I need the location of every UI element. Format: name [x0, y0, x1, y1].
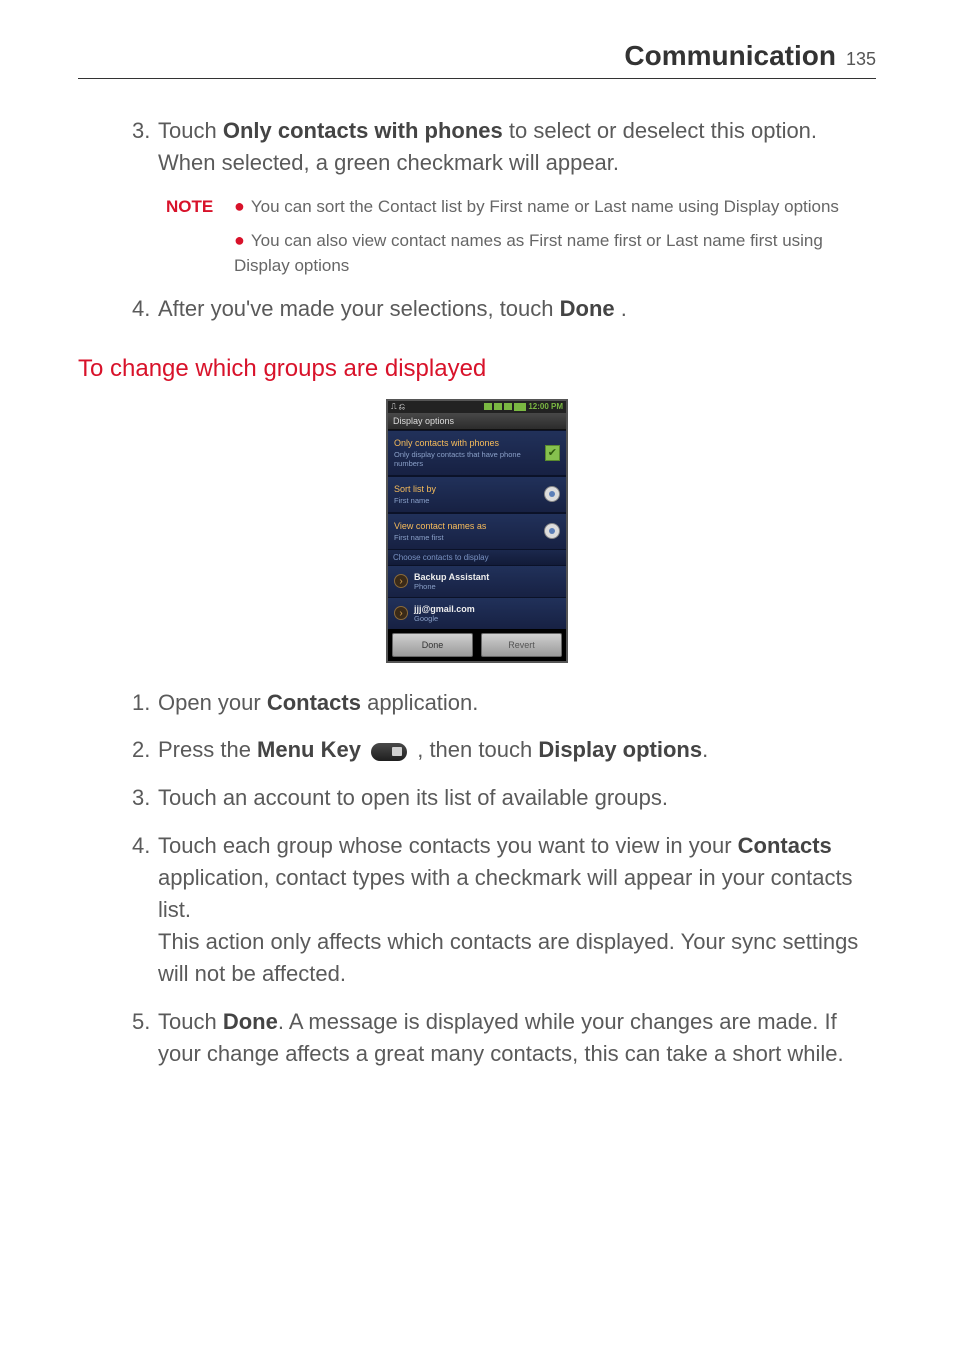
list-body: Open your Contacts application.	[158, 687, 876, 719]
step1-pre: Open your	[158, 690, 267, 715]
checkmark-icon: ✔	[545, 445, 560, 461]
step4-post: application, contact types with a checkm…	[158, 865, 853, 922]
option-text: Sort list by First name	[394, 484, 436, 505]
option-view-contact-names-as[interactable]: View contact names as First name first	[388, 513, 566, 550]
status-left-icons: ⎍ ⎌	[391, 402, 405, 412]
step3-pre: Touch	[158, 118, 223, 143]
list-number: 2.	[132, 734, 158, 766]
step2-pre: Press the	[158, 737, 257, 762]
section-subheading: To change which groups are displayed	[78, 355, 876, 383]
option-sort-list-by[interactable]: Sort list by First name	[388, 476, 566, 513]
account-text: Backup Assistant Phone	[414, 572, 489, 591]
note-body-1: ● You can sort the Contact list by First …	[234, 195, 876, 220]
list-item-4b: 4. Touch each group whose contacts you w…	[132, 830, 876, 989]
continuing-list: 3. Touch Only contacts with phones to se…	[132, 115, 876, 325]
option-only-contacts-with-phones[interactable]: Only contacts with phones Only display c…	[388, 430, 566, 476]
step1-bold: Contacts	[267, 690, 361, 715]
opt2-main: Sort list by	[394, 484, 436, 494]
acct1-sub: Phone	[414, 582, 489, 591]
list-number: 3.	[132, 115, 158, 179]
section-divider: Choose contacts to display	[388, 550, 566, 565]
expand-icon: ›	[394, 606, 408, 620]
step5-pre: Touch	[158, 1009, 223, 1034]
list-item-2: 2. Press the Menu Key , then touch Displ…	[132, 734, 876, 766]
account-google[interactable]: › jjj@gmail.com Google	[388, 597, 566, 629]
list-number: 1.	[132, 687, 158, 719]
usb-icon: ⎍	[391, 402, 397, 412]
bullet-icon: ●	[234, 230, 245, 250]
list-number: 3.	[132, 782, 158, 814]
opt3-main: View contact names as	[394, 521, 486, 531]
revert-button[interactable]: Revert	[481, 633, 562, 657]
account-text: jjj@gmail.com Google	[414, 604, 475, 623]
header-title: Communication	[624, 40, 836, 72]
step2-bold1: Menu Key	[257, 737, 361, 762]
list-body: After you've made your selections, touch…	[158, 293, 876, 325]
list-number: 5.	[132, 1006, 158, 1070]
account-backup-assistant[interactable]: › Backup Assistant Phone	[388, 565, 566, 597]
note1-text: You can sort the Contact list by First n…	[251, 197, 839, 216]
opt3-sub: First name first	[394, 533, 486, 542]
signal2-icon	[504, 403, 512, 410]
radio-icon	[544, 523, 560, 539]
list-body: Touch an account to open its list of ava…	[158, 782, 876, 814]
phone-screen: ⎍ ⎌ 12:00 PM Display options Only contac…	[386, 399, 568, 663]
acct2-main: jjj@gmail.com	[414, 604, 475, 614]
option-text: View contact names as First name first	[394, 521, 486, 542]
battery-icon	[514, 403, 526, 411]
screen-titlebar: Display options	[388, 413, 566, 430]
step4-bold: Done	[560, 296, 615, 321]
menu-key-icon	[371, 743, 407, 761]
step4-post: .	[615, 296, 627, 321]
page-header: Communication 135	[78, 40, 876, 79]
step3-bold: Only contacts with phones	[223, 118, 503, 143]
note2-text: You can also view contact names as First…	[234, 231, 823, 275]
acct2-sub: Google	[414, 614, 475, 623]
opt1-main: Only contacts with phones	[394, 438, 545, 448]
note-row-1: NOTE ● You can sort the Contact list by F…	[166, 195, 876, 220]
step4-pre: After you've made your selections, touch	[158, 296, 560, 321]
step4-pre: Touch each group whose contacts you want…	[158, 833, 738, 858]
expand-icon: ›	[394, 574, 408, 588]
phone-screenshot: ⎍ ⎌ 12:00 PM Display options Only contac…	[78, 399, 876, 663]
list-body: Touch each group whose contacts you want…	[158, 830, 876, 989]
done-button[interactable]: Done	[392, 633, 473, 657]
note-body-2: ●You can also view contact names as Firs…	[234, 229, 876, 278]
numbered-list: 1. Open your Contacts application. 2. Pr…	[132, 687, 876, 1070]
step2-mid: , then touch	[417, 737, 538, 762]
status-bar: ⎍ ⎌ 12:00 PM	[388, 401, 566, 413]
radio-icon	[544, 486, 560, 502]
list-body: Touch Only contacts with phones to selec…	[158, 115, 876, 179]
step4-bold: Contacts	[738, 833, 832, 858]
list-body: Touch Done. A message is displayed while…	[158, 1006, 876, 1070]
page-content: Communication 135 3. Touch Only contacts…	[0, 0, 954, 1150]
opt2-sub: First name	[394, 496, 436, 505]
list-item-1: 1. Open your Contacts application.	[132, 687, 876, 719]
step4-line2: This action only affects which contacts …	[158, 929, 858, 986]
list-body: Press the Menu Key , then touch Display …	[158, 734, 876, 766]
step2-bold2: Display options	[538, 737, 702, 762]
note-row-2: ●You can also view contact names as Firs…	[234, 229, 876, 278]
list-item-4: 4. After you've made your selections, to…	[132, 293, 876, 325]
status-right-icons: 12:00 PM	[484, 402, 563, 411]
list-item-5: 5. Touch Done. A message is displayed wh…	[132, 1006, 876, 1070]
bottom-button-row: Done Revert	[388, 629, 566, 661]
bullet-icon: ●	[234, 196, 245, 216]
acct1-main: Backup Assistant	[414, 572, 489, 582]
step1-post: application.	[361, 690, 478, 715]
header-page-number: 135	[846, 49, 876, 70]
list-item-3b: 3. Touch an account to open its list of …	[132, 782, 876, 814]
step2-post: .	[702, 737, 708, 762]
signal-icon	[494, 403, 502, 410]
list-number: 4.	[132, 293, 158, 325]
step5-bold: Done	[223, 1009, 278, 1034]
opt1-sub: Only display contacts that have phone nu…	[394, 450, 545, 468]
list-number: 4.	[132, 830, 158, 989]
note-label: NOTE	[166, 195, 234, 220]
threeg-icon	[484, 403, 492, 410]
status-time: 12:00 PM	[528, 402, 563, 411]
debug-icon: ⎌	[399, 402, 405, 412]
option-text: Only contacts with phones Only display c…	[394, 438, 545, 468]
list-item-3: 3. Touch Only contacts with phones to se…	[132, 115, 876, 179]
